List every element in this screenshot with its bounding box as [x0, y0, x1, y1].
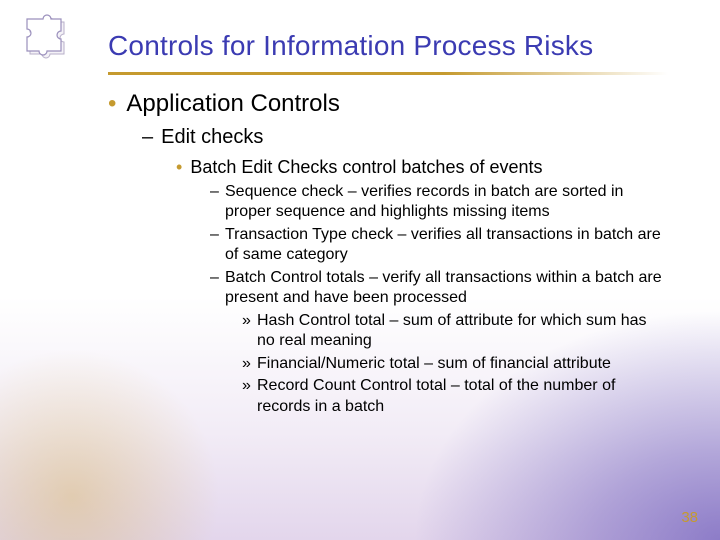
bullet-text: Record Count Control total – total of th…: [257, 376, 668, 417]
bullet-marker: •: [108, 90, 116, 117]
bullet-level-4: –Batch Control totals – verify all trans…: [210, 268, 668, 309]
bullet-text: Batch Control totals – verify all transa…: [225, 268, 668, 309]
bullet-text: Batch Edit Checks control batches of eve…: [190, 157, 542, 177]
bullet-level-5: »Record Count Control total – total of t…: [242, 376, 668, 417]
puzzle-icon: [22, 12, 82, 66]
bullet-marker: –: [210, 268, 218, 309]
title-underline: [108, 72, 668, 75]
bullet-marker: •: [176, 157, 182, 177]
bullet-marker: –: [210, 225, 218, 266]
content-area: •Application Controls –Edit checks •Batc…: [108, 84, 668, 419]
bullet-marker: »: [242, 376, 250, 417]
bullet-text: Edit checks: [161, 126, 263, 148]
bullet-level-5: »Hash Control total – sum of attribute f…: [242, 311, 668, 352]
bullet-marker: »: [242, 311, 250, 352]
bullet-level-1: • Application Controls: [108, 90, 668, 118]
bullet-level-3: • Batch Edit Checks control batches of ev…: [176, 157, 668, 178]
bullet-marker: »: [242, 354, 250, 374]
bullet-text: Financial/Numeric total – sum of financi…: [257, 354, 668, 374]
bullet-marker: –: [210, 182, 218, 223]
bullet-level-2: –Edit checks: [142, 126, 668, 149]
bullet-text: Application Controls: [126, 90, 339, 117]
slide-title: Controls for Information Process Risks: [108, 30, 593, 62]
slide: Controls for Information Process Risks •…: [0, 0, 720, 540]
bullet-marker: –: [142, 126, 153, 148]
page-number: 38: [681, 509, 698, 526]
bullet-text: Sequence check – verifies records in bat…: [225, 182, 668, 223]
bullet-level-4: –Sequence check – verifies records in ba…: [210, 182, 668, 223]
bullet-level-5: » Financial/Numeric total – sum of financ…: [242, 354, 668, 374]
bullet-text: Transaction Type check – verifies all tr…: [225, 225, 668, 266]
bullet-level-4: –Transaction Type check – verifies all t…: [210, 225, 668, 266]
bullet-text: Hash Control total – sum of attribute fo…: [257, 311, 668, 352]
